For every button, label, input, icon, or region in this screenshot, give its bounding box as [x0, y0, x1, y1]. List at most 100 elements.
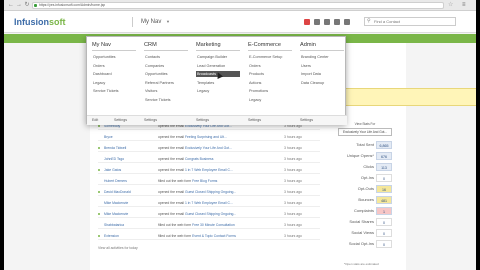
feed-action-text: opened the email 1 in 7 Web Employee Ema…: [158, 168, 233, 172]
notification-icon[interactable]: [304, 19, 310, 25]
feed-row: Jake Gatos opened the email 1 in 7 Web Em…: [98, 166, 320, 174]
dropdown-item[interactable]: Legacy: [248, 97, 292, 103]
dropdown-item[interactable]: Legacy: [196, 88, 240, 94]
dropdown-item[interactable]: Dashboard: [92, 71, 136, 77]
feed-footer-link[interactable]: View all activities for today: [98, 246, 138, 250]
chevron-down-icon[interactable]: ▼: [166, 18, 170, 26]
feed-item-link[interactable]: 1 in 7 Web Employee Email C...: [185, 168, 233, 172]
back-icon[interactable]: ←: [8, 2, 14, 8]
status-dot: [98, 147, 100, 149]
dropdown-footer-link[interactable]: Edit: [92, 118, 98, 123]
stat-value[interactable]: 16: [376, 185, 392, 193]
feed-contact-link[interactable]: Mike Mackenzie: [104, 199, 128, 207]
feed-item-link[interactable]: Free Blog Forms: [192, 179, 217, 183]
feed-item-link[interactable]: Event & Topic Contact Forms: [192, 234, 236, 238]
dropdown-item[interactable]: Lead Generation: [196, 63, 240, 69]
feed-time: 3 hours ago: [284, 201, 302, 205]
forward-icon[interactable]: →: [16, 2, 22, 8]
feed-item-link[interactable]: Free 30 Minute Consultation: [192, 223, 235, 227]
feed-item-link[interactable]: Congrats Business: [185, 157, 213, 161]
feed-contact-link[interactable]: Hubert Demers: [104, 177, 127, 185]
gear-icon[interactable]: [334, 19, 340, 25]
dropdown-item[interactable]: Contacts: [144, 54, 188, 60]
dropdown-item[interactable]: Opportunities: [144, 71, 188, 77]
dropdown-column-heading: Admin: [300, 42, 316, 48]
chrome-menu-icon[interactable]: ≡: [462, 2, 466, 8]
stat-row: Opt-Ins 0: [338, 173, 394, 183]
feed-action-text: filled out the web form Free 30 Minute C…: [158, 223, 235, 227]
feed-contact-link[interactable]: Shabbatarica: [104, 221, 124, 229]
dropdown-item[interactable]: Branding Center: [300, 54, 344, 60]
star-icon[interactable]: ☆: [448, 2, 453, 8]
stat-value[interactable]: 0: [376, 229, 392, 237]
dropdown-column-divider: [300, 50, 344, 51]
stat-value[interactable]: 1: [376, 207, 392, 215]
feed-contact-link[interactable]: Extension: [104, 232, 119, 240]
dropdown-item[interactable]: Opportunities: [92, 54, 136, 60]
dropdown-item[interactable]: Companies: [144, 63, 188, 69]
dropdown-item[interactable]: Data Cleanup: [300, 80, 344, 86]
dropdown-item[interactable]: Visitors: [144, 88, 188, 94]
feed-contact-link[interactable]: Brenda Tidwell: [104, 144, 126, 152]
dropdown-column-marketing: Marketing Campaign Builder Lead Generation…: [191, 37, 243, 125]
dropdown-item[interactable]: Service Tickets: [92, 88, 136, 94]
dropdown-item[interactable]: Templates: [196, 80, 240, 86]
stat-value[interactable]: 0: [376, 240, 392, 248]
my-nav-menu-button[interactable]: My Nav: [141, 18, 161, 26]
dropdown-column-heading: Marketing: [196, 42, 221, 48]
feed-contact-link[interactable]: Jake Gatos: [104, 166, 121, 174]
feed-action-text: opened the email Guest Closed Shipping O…: [158, 212, 237, 216]
address-bar[interactable]: https://yes.infusionsoft.com/Admin/home.…: [32, 2, 444, 9]
feed-item-link[interactable]: Exclusively Your Life And Got...: [185, 146, 232, 150]
reload-icon[interactable]: ↻: [24, 2, 30, 8]
stat-value[interactable]: 0: [376, 174, 392, 182]
feed-contact-link[interactable]: Mike Mackenzie: [104, 210, 128, 218]
logo-soft-text: soft: [49, 17, 66, 27]
stat-value[interactable]: 676: [376, 152, 392, 160]
dropdown-footer-link[interactable]: Settings: [196, 118, 209, 123]
stat-value[interactable]: 6,865: [376, 141, 392, 149]
alert-banner: [342, 88, 476, 106]
dropdown-item[interactable]: Promotions: [248, 88, 292, 94]
dropdown-item[interactable]: Import Data: [300, 71, 344, 77]
stats-email-select[interactable]: Exclusively Your Life And Got...: [338, 128, 392, 136]
dropdown-item[interactable]: Users: [300, 63, 344, 69]
stat-label: Bounces: [358, 197, 374, 202]
stat-value[interactable]: 113: [376, 163, 392, 171]
dropdown-item[interactable]: Referral Partners: [144, 80, 188, 86]
dropdown-footer-link[interactable]: Settings: [300, 118, 313, 123]
stat-label: Social Views: [351, 230, 374, 235]
dropdown-item[interactable]: Campaign Builder: [196, 54, 240, 60]
status-dot: [98, 235, 100, 237]
dropdown-footer-link[interactable]: Settings: [144, 118, 157, 123]
dropdown-item[interactable]: Actions: [248, 80, 292, 86]
tasks-icon[interactable]: [314, 19, 320, 25]
user-icon[interactable]: [344, 19, 350, 25]
feed-item-link[interactable]: Feeling Surprising and Ult...: [185, 135, 227, 139]
dropdown-item[interactable]: Service Tickets: [144, 97, 188, 103]
dropdown-item[interactable]: Legacy: [92, 80, 136, 86]
stat-row: Complaints 1: [338, 206, 394, 216]
feed-contact-link[interactable]: JohnED Tsgo: [104, 155, 124, 163]
feed-contact-link[interactable]: David MacDonald: [104, 188, 131, 196]
stat-value[interactable]: 0: [376, 218, 392, 226]
feed-item-link[interactable]: Guest Closed Shipping Ongoing...: [185, 212, 236, 216]
dropdown-footer-link[interactable]: Settings: [248, 118, 261, 123]
infusionsoft-logo[interactable]: Infusionsoft: [14, 16, 66, 28]
my-nav-dropdown: My Nav Opportunities Orders Dashboard Legacy…: [86, 36, 347, 125]
dropdown-footer-link[interactable]: Settings: [114, 118, 127, 123]
feed-row: Hubert Demers filled out the web form Fre…: [98, 177, 320, 185]
feed-item-link[interactable]: 1 in 7 Web Employee Email C...: [185, 201, 233, 205]
calendar-icon[interactable]: [324, 19, 330, 25]
feed-item-link[interactable]: Guest Closed Shipping Ongoing...: [185, 190, 236, 194]
stat-value[interactable]: 481: [376, 196, 392, 204]
contact-search-input[interactable]: [364, 17, 456, 26]
feed-contact-link[interactable]: Bryce: [104, 133, 113, 141]
dropdown-item[interactable]: E-Commerce Setup: [248, 54, 292, 60]
stat-row: Social Views 0: [338, 228, 394, 238]
stat-label: Social Shares: [349, 219, 374, 224]
dropdown-item[interactable]: Products: [248, 71, 292, 77]
dropdown-item[interactable]: Orders: [92, 63, 136, 69]
logo-main-text: Infusion: [14, 17, 49, 27]
dropdown-item[interactable]: Orders: [248, 63, 292, 69]
